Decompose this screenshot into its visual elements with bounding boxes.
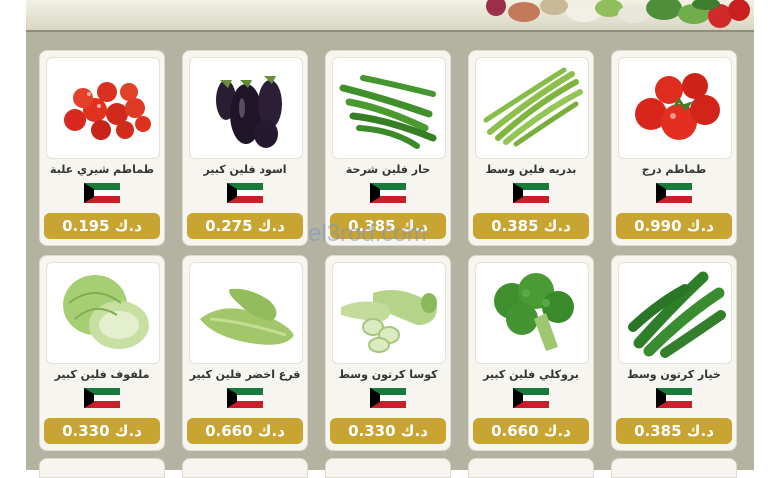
- price-tag: 0.660 د.ك: [187, 418, 303, 444]
- product-image: [618, 57, 732, 159]
- product-card[interactable]: قرع اخضر فلين كبير 0.660 د.ك: [182, 255, 308, 451]
- kuwait-flag-icon: [656, 388, 692, 408]
- kuwait-flag-icon: [227, 388, 263, 408]
- product-name: ملفوف فلين كبير: [54, 368, 150, 381]
- product-name: خيار كرتون وسط: [627, 368, 721, 381]
- product-image: [189, 57, 303, 159]
- product-image: [46, 57, 160, 159]
- product-card[interactable]: حار فلين شرحة 0.385 د.ك: [325, 50, 451, 246]
- kuwait-flag-icon: [513, 183, 549, 203]
- kuwait-flag-icon: [656, 183, 692, 203]
- product-card-partial: [468, 458, 594, 478]
- price-tag: 0.385 د.ك: [616, 418, 732, 444]
- product-name: حار فلين شرحة: [345, 163, 431, 176]
- product-card-partial: [325, 458, 451, 478]
- price-tag: 0.195 د.ك: [44, 213, 160, 239]
- product-name: كوسا كرتون وسط: [338, 368, 438, 381]
- product-card[interactable]: طماطم شيري علبة 0.195 د.ك: [39, 50, 165, 246]
- price-tag: 0.660 د.ك: [473, 418, 589, 444]
- product-name: طماطم شيري علبة: [50, 163, 154, 176]
- product-card[interactable]: بدريه فلين وسط 0.385 د.ك: [468, 50, 594, 246]
- kuwait-flag-icon: [370, 388, 406, 408]
- product-card[interactable]: ملفوف فلين كبير 0.330 د.ك: [39, 255, 165, 451]
- price-tag: 0.385 د.ك: [473, 213, 589, 239]
- green-beans-icon: [483, 67, 583, 147]
- price-tag: 0.330 د.ك: [44, 418, 160, 444]
- product-card[interactable]: بروكلي فلين كبير 0.660 د.ك: [468, 255, 594, 451]
- zucchini-icon: [341, 290, 437, 353]
- price-tag: 0.990 د.ك: [616, 213, 732, 239]
- broccoli-icon: [494, 273, 574, 351]
- product-card[interactable]: خيار كرتون وسط 0.385 د.ك: [611, 255, 737, 451]
- product-image: [618, 262, 732, 364]
- product-name: طماطم درج: [641, 163, 707, 176]
- product-image: [475, 57, 589, 159]
- watermark-text: el3rod.com: [308, 220, 427, 247]
- green-squash-icon: [200, 288, 294, 345]
- eggplant-icon: [216, 76, 282, 148]
- product-card-partial: [611, 458, 737, 478]
- product-card-partial: [182, 458, 308, 478]
- product-name: اسود فلين كبير: [203, 163, 287, 176]
- product-image: [475, 262, 589, 364]
- price-tag: 0.330 د.ك: [330, 418, 446, 444]
- product-image: [332, 262, 446, 364]
- product-name: بدريه فلين وسط: [485, 163, 577, 176]
- cherry-tomatoes-icon: [64, 82, 151, 140]
- tomatoes-icon: [635, 73, 720, 140]
- kuwait-flag-icon: [227, 183, 263, 203]
- product-image: [189, 262, 303, 364]
- product-name: بروكلي فلين كبير: [483, 368, 579, 381]
- product-card[interactable]: طماطم درج 0.990 د.ك: [611, 50, 737, 246]
- product-card-partial: [39, 458, 165, 478]
- product-image: [332, 57, 446, 159]
- green-chili-icon: [339, 75, 437, 149]
- product-card[interactable]: كوسا كرتون وسط 0.330 د.ك: [325, 255, 451, 451]
- vegetables-banner-image: [486, 0, 750, 28]
- product-card[interactable]: اسود فلين كبير 0.275 د.ك: [182, 50, 308, 246]
- kuwait-flag-icon: [513, 388, 549, 408]
- product-image: [46, 262, 160, 364]
- kuwait-flag-icon: [84, 388, 120, 408]
- kuwait-flag-icon: [84, 183, 120, 203]
- product-name: قرع اخضر فلين كبير: [189, 368, 301, 381]
- cucumber-icon: [628, 271, 726, 358]
- price-tag: 0.275 د.ك: [187, 213, 303, 239]
- cabbage-icon: [63, 275, 149, 349]
- kuwait-flag-icon: [370, 183, 406, 203]
